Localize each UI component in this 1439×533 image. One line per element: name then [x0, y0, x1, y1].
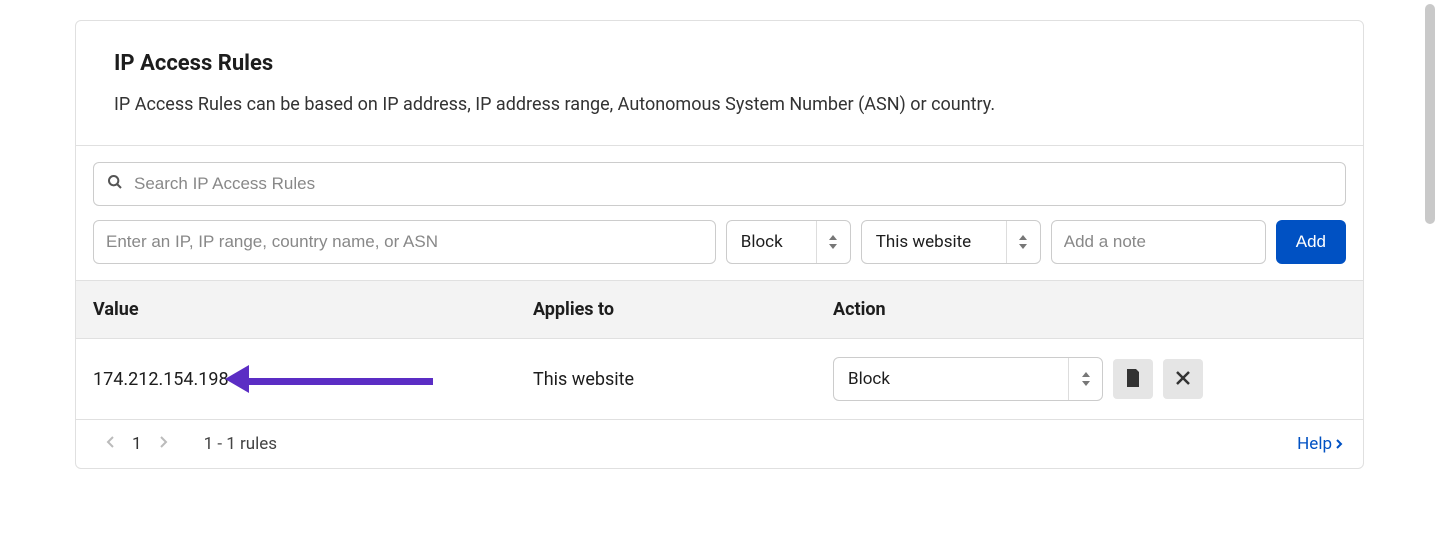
- range-label: 1 - 1 rules: [204, 434, 278, 454]
- col-header-action: Action: [833, 299, 1346, 320]
- rule-applies: This website: [533, 369, 833, 390]
- page-title: IP Access Rules: [114, 51, 1338, 76]
- page-number: 1: [132, 434, 142, 454]
- action-select[interactable]: Block: [726, 220, 851, 264]
- prev-page-button[interactable]: [106, 436, 114, 452]
- help-label: Help: [1297, 434, 1332, 454]
- table-row: 174.212.154.198 This website Block: [76, 339, 1363, 420]
- action-select-value: Block: [727, 232, 816, 252]
- controls-section: Block This website Add: [76, 146, 1363, 281]
- caret-sort-icon: [1006, 221, 1040, 263]
- chevron-right-icon: [1336, 434, 1343, 454]
- annotation-arrow: [243, 369, 433, 390]
- col-header-applies: Applies to: [533, 299, 833, 320]
- close-icon: [1176, 371, 1190, 388]
- ip-input[interactable]: [93, 220, 716, 264]
- table-header: Value Applies to Action: [76, 281, 1363, 339]
- caret-sort-icon: [816, 221, 850, 263]
- chevron-right-icon: [160, 436, 168, 448]
- chevron-left-icon: [106, 436, 114, 448]
- table-footer: 1 1 - 1 rules Help: [76, 420, 1363, 468]
- scope-select[interactable]: This website: [861, 220, 1041, 264]
- delete-button[interactable]: [1163, 359, 1203, 399]
- note-input[interactable]: [1051, 220, 1266, 264]
- note-button[interactable]: [1113, 359, 1153, 399]
- pager: 1 1 - 1 rules: [106, 434, 277, 454]
- add-rule-row: Block This website Add: [93, 220, 1346, 264]
- help-link[interactable]: Help: [1297, 434, 1343, 454]
- page-description: IP Access Rules can be based on IP addre…: [114, 94, 1338, 115]
- row-action-value: Block: [834, 369, 1068, 389]
- scrollbar[interactable]: [1425, 4, 1435, 224]
- col-header-value: Value: [93, 299, 533, 320]
- scope-select-value: This website: [862, 232, 1006, 252]
- next-page-button[interactable]: [160, 436, 168, 452]
- rule-value: 174.212.154.198: [93, 369, 229, 390]
- card-header: IP Access Rules IP Access Rules can be b…: [76, 21, 1363, 146]
- note-icon: [1125, 369, 1141, 390]
- search-input[interactable]: [93, 162, 1346, 206]
- add-button[interactable]: Add: [1276, 220, 1346, 264]
- ip-access-rules-card: IP Access Rules IP Access Rules can be b…: [75, 20, 1364, 469]
- row-action-select[interactable]: Block: [833, 357, 1103, 401]
- caret-sort-icon: [1068, 358, 1102, 400]
